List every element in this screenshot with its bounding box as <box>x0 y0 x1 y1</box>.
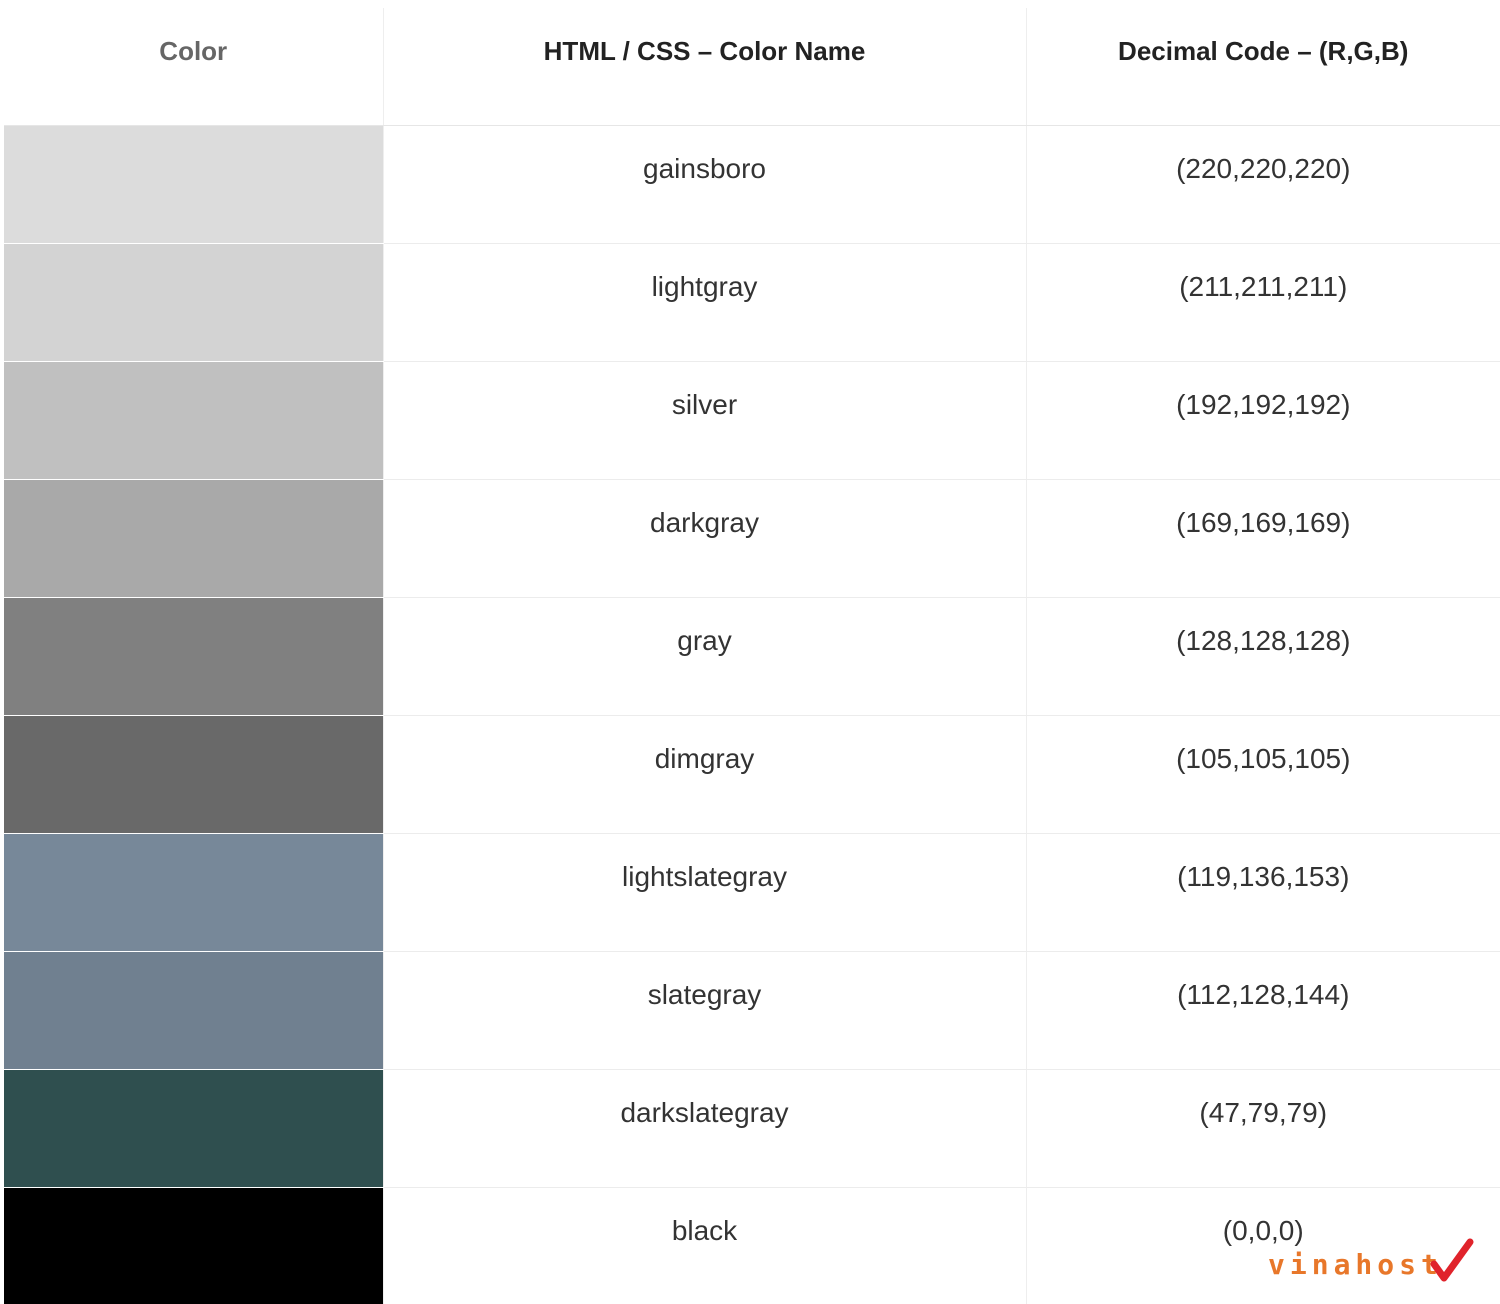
color-name-cell: slategray <box>382 951 1026 1070</box>
header-color-name: HTML / CSS – Color Name <box>382 8 1026 126</box>
color-swatch <box>4 361 383 480</box>
table-row: slategray (112,128,144) <box>4 951 1500 1070</box>
rgb-code-cell: (220,220,220) <box>1025 125 1500 244</box>
color-table: Color HTML / CSS – Color Name Decimal Co… <box>4 8 1500 1304</box>
header-decimal-code: Decimal Code – (R,G,B) <box>1025 8 1500 126</box>
color-swatch <box>4 833 383 952</box>
table-row: dimgray (105,105,105) <box>4 715 1500 834</box>
rgb-code-cell: (169,169,169) <box>1025 479 1500 598</box>
vinahost-watermark-logo: vinahost <box>1268 1238 1478 1284</box>
color-name-cell: darkslategray <box>382 1069 1026 1188</box>
rgb-code-cell: (192,192,192) <box>1025 361 1500 480</box>
color-name-cell: dimgray <box>382 715 1026 834</box>
color-swatch <box>4 1069 383 1188</box>
color-name-cell: gray <box>382 597 1026 716</box>
rgb-code-cell: (119,136,153) <box>1025 833 1500 952</box>
color-name-cell: lightgray <box>382 243 1026 362</box>
color-swatch <box>4 597 383 716</box>
color-name-cell: lightslategray <box>382 833 1026 952</box>
watermark-text: vinahost <box>1268 1248 1443 1281</box>
table-row: lightgray (211,211,211) <box>4 243 1500 362</box>
table-row: gainsboro (220,220,220) <box>4 125 1500 244</box>
header-color: Color <box>4 8 383 126</box>
rgb-code-cell: (105,105,105) <box>1025 715 1500 834</box>
color-swatch <box>4 479 383 598</box>
color-name-cell: darkgray <box>382 479 1026 598</box>
color-swatch <box>4 243 383 362</box>
rgb-code-cell: (211,211,211) <box>1025 243 1500 362</box>
table-row: lightslategray (119,136,153) <box>4 833 1500 952</box>
color-swatch <box>4 715 383 834</box>
table-row: silver (192,192,192) <box>4 361 1500 480</box>
rgb-code-cell: (47,79,79) <box>1025 1069 1500 1188</box>
rgb-code-cell: (128,128,128) <box>1025 597 1500 716</box>
color-swatch <box>4 1187 383 1304</box>
color-name-cell: silver <box>382 361 1026 480</box>
color-swatch <box>4 125 383 244</box>
color-name-cell: black <box>382 1187 1026 1304</box>
color-name-cell: gainsboro <box>382 125 1026 244</box>
table-row: gray (128,128,128) <box>4 597 1500 716</box>
color-swatch <box>4 951 383 1070</box>
table-row: darkgray (169,169,169) <box>4 479 1500 598</box>
rgb-code-cell: (112,128,144) <box>1025 951 1500 1070</box>
table-row: darkslategray (47,79,79) <box>4 1069 1500 1188</box>
header-row: Color HTML / CSS – Color Name Decimal Co… <box>4 8 1500 126</box>
checkmark-icon <box>1430 1238 1474 1282</box>
